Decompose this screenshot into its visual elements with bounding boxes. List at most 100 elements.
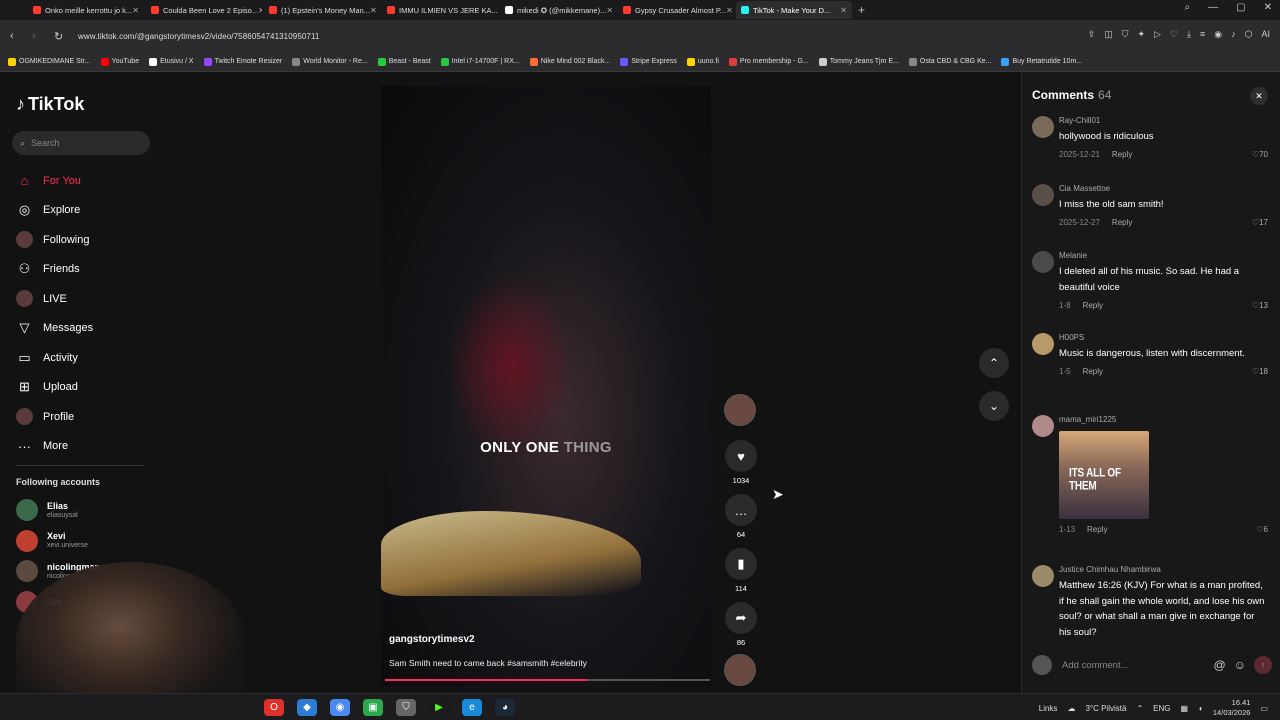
send-comment-button[interactable]: ↑: [1254, 656, 1272, 674]
maximize-button[interactable]: ▢: [1236, 2, 1245, 13]
cube-icon[interactable]: ⬡: [1245, 29, 1253, 40]
comment-username[interactable]: Cia Massettoe: [1059, 184, 1268, 194]
bookmark-item[interactable]: YouTube: [100, 57, 139, 66]
bookmark-item[interactable]: Stripe Express: [620, 57, 677, 66]
comment-like-button[interactable]: ♡13: [1252, 301, 1268, 310]
mention-icon[interactable]: @: [1214, 658, 1226, 672]
comment-like-button[interactable]: ♡6: [1256, 525, 1268, 534]
reply-button[interactable]: Reply: [1112, 218, 1132, 227]
sidebar-item-explore[interactable]: ◎ Explore: [16, 196, 93, 226]
reply-button[interactable]: Reply: [1083, 301, 1103, 310]
edge-icon[interactable]: e: [462, 699, 482, 716]
avatar[interactable]: [1032, 251, 1054, 273]
search-tabs-icon[interactable]: ⌕: [1185, 2, 1191, 13]
reload-button[interactable]: ↻: [54, 30, 66, 43]
notification-icon[interactable]: ▭: [1260, 704, 1268, 713]
extension-icon[interactable]: ✦: [1137, 29, 1145, 40]
reply-button[interactable]: Reply: [1087, 525, 1107, 534]
sidebar-item-activity[interactable]: ▭ Activity: [16, 343, 93, 373]
reply-button[interactable]: Reply: [1083, 367, 1103, 376]
previous-video-button[interactable]: ⌃: [979, 348, 1009, 378]
close-window-button[interactable]: ✕: [1264, 2, 1272, 13]
language-indicator[interactable]: ENG: [1153, 704, 1170, 713]
minimize-button[interactable]: —: [1208, 2, 1218, 13]
bookmark-item[interactable]: Pro membership - G...: [728, 57, 809, 66]
play-icon[interactable]: ▷: [1154, 29, 1161, 40]
bookmark-item[interactable]: uuno.fi: [686, 57, 719, 66]
comment-like-button[interactable]: ♡17: [1252, 218, 1268, 227]
browser-tab[interactable]: TikTok - Make Your D... ✕: [736, 1, 852, 19]
clock[interactable]: 16.41 14/03/2026: [1213, 698, 1251, 718]
camera-icon[interactable]: ◫: [1104, 29, 1113, 40]
bookmark-item[interactable]: World Monitor - Re...: [292, 57, 368, 66]
browser-tab[interactable]: mikedi ✪ (@mikkemane)... ✕: [500, 1, 616, 19]
avatar[interactable]: [1032, 565, 1054, 587]
avatar[interactable]: [1032, 333, 1054, 355]
close-tab-icon[interactable]: ✕: [370, 6, 377, 15]
comment-like-button[interactable]: ♡18: [1252, 367, 1268, 376]
add-comment-input[interactable]: Add comment...: [1062, 660, 1214, 671]
bookmark-item[interactable]: Beast - Beast: [377, 57, 431, 66]
sidebar-item-friends[interactable]: ⚇ Friends: [16, 255, 93, 285]
close-tab-icon[interactable]: ✕: [132, 6, 139, 15]
tray-chevron-icon[interactable]: ⌃: [1136, 704, 1143, 713]
volume-icon[interactable]: ◖: [1198, 704, 1203, 713]
app-icon[interactable]: ▣: [363, 699, 383, 716]
sidebar-item-more[interactable]: ··· More: [16, 432, 93, 462]
steam-icon[interactable]: ◕: [495, 699, 515, 716]
comment-username[interactable]: Justice Chimhau Nhambirwa: [1059, 565, 1268, 575]
avatar[interactable]: [1032, 184, 1054, 206]
close-tab-icon[interactable]: ✕: [726, 6, 733, 15]
links-toolbar[interactable]: Links: [1039, 704, 1058, 713]
sidebar-item-messages[interactable]: ▽ Messages: [16, 314, 94, 344]
close-tab-icon[interactable]: ✕: [606, 6, 613, 15]
emoji-icon[interactable]: ☺: [1234, 658, 1246, 672]
heart-icon[interactable]: ♡: [1170, 29, 1178, 40]
back-button[interactable]: ‹: [10, 30, 22, 42]
browser-tab[interactable]: Coulda Been Love 2 Episo... ✕: [146, 1, 262, 19]
tiktok-logo[interactable]: ♪ TikTok: [16, 94, 84, 115]
close-tab-icon[interactable]: ✕: [258, 6, 262, 15]
sidebar-item-for-you[interactable]: ⌂ For You: [16, 166, 93, 196]
video-username[interactable]: gangstorytimesv2: [389, 634, 475, 645]
forward-button[interactable]: ›: [32, 30, 44, 42]
profile-icon[interactable]: ◉: [1214, 29, 1222, 40]
bookmark-item[interactable]: Nike Mind 002 Black...: [529, 57, 610, 66]
avatar[interactable]: [1032, 116, 1054, 138]
comment-username[interactable]: Melanie: [1059, 251, 1268, 261]
video-player[interactable]: [381, 86, 711, 686]
bookmark-item[interactable]: Osta CBD & CBG Ke...: [908, 57, 991, 66]
ai-button[interactable]: AI: [1261, 29, 1270, 40]
heart-icon[interactable]: ♥: [725, 440, 757, 472]
sidebar-item-following[interactable]: Following: [16, 225, 93, 255]
bookmark-item[interactable]: Buy Retatrutide 10m...: [1001, 57, 1082, 66]
comment-image[interactable]: ITS ALL OF THEM: [1059, 431, 1149, 519]
reply-button[interactable]: Reply: [1112, 150, 1132, 159]
opera-icon[interactable]: O: [264, 699, 284, 716]
comment-icon[interactable]: …: [725, 494, 757, 526]
avatar[interactable]: [1032, 415, 1054, 437]
sidebar-item-upload[interactable]: ⊞ Upload: [16, 373, 93, 403]
bookmark-item[interactable]: OGMIKEDIMANE Str...: [8, 57, 91, 66]
bookmark-item[interactable]: Intel i7-14700F | RX...: [440, 57, 520, 66]
browser-tab[interactable]: IMMU ILMIEN VS JERE KA...✕: [382, 1, 498, 19]
bookmark-item[interactable]: Twitch Emote Resizer: [203, 57, 282, 66]
close-comments-button[interactable]: ✕: [1250, 87, 1268, 105]
sound-disc-avatar[interactable]: [724, 654, 756, 686]
bookmark-icon[interactable]: ▮: [725, 548, 757, 580]
search-input[interactable]: ⌕ Search: [12, 131, 150, 155]
download-icon[interactable]: ⤓: [1187, 29, 1191, 40]
next-video-button[interactable]: ⌄: [979, 391, 1009, 421]
browser-tab[interactable]: Gypsy Crusader Almost P... ✕: [618, 1, 734, 19]
network-icon[interactable]: ▦: [1180, 704, 1188, 713]
chrome-icon[interactable]: ◉: [330, 699, 350, 716]
following-account[interactable]: Xevi xevi.universe: [16, 529, 88, 552]
video-progress-bar[interactable]: [385, 679, 710, 681]
following-account[interactable]: Elias eliasuysal: [16, 499, 78, 521]
menu-icon[interactable]: ≡: [1200, 29, 1205, 40]
kick-icon[interactable]: ▶: [429, 699, 449, 716]
comment-username[interactable]: Ray-Chill01: [1059, 116, 1268, 126]
comment-username[interactable]: H00PS: [1059, 333, 1268, 343]
browser-tab[interactable]: Onko meille kerrottu jo k... ✕: [28, 1, 144, 19]
store-icon[interactable]: ◆: [297, 699, 317, 716]
